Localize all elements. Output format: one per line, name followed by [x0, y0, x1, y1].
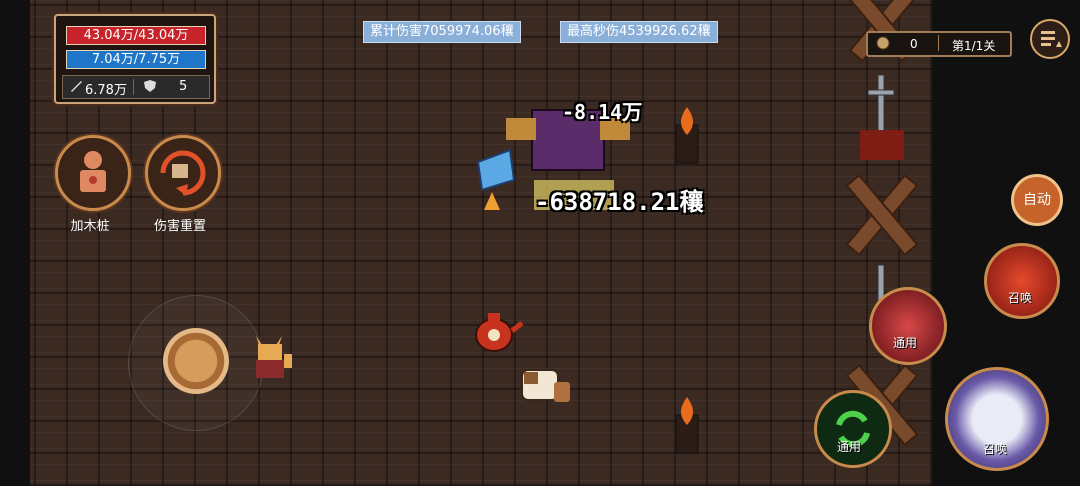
- defense-value: 5: [179, 79, 188, 94]
- torch-icon: [675, 397, 699, 454]
- dummy-icon: [80, 151, 106, 192]
- stage-indicator: 第1/1关: [952, 39, 996, 53]
- hp-bar: 43.04万/43.04万: [66, 26, 206, 45]
- shield-icon: [143, 79, 157, 97]
- summon-skill-button-1[interactable]: [984, 243, 1060, 319]
- torch-icon: [675, 107, 699, 164]
- bulldog-pet: [521, 369, 570, 402]
- max-dps-prefix: 最高秒伤: [567, 24, 620, 39]
- game-screen: 43.04万/43.04万 7.04万/7.75万 6.78万 5 加木桩 伤害…: [0, 0, 1080, 486]
- max-dps-value: 4539926.62穰: [619, 24, 711, 39]
- menu-button[interactable]: [1030, 19, 1070, 59]
- coin-count: 0: [910, 37, 918, 51]
- total-damage-value: 7059974.06穰: [422, 24, 514, 39]
- reset-damage-button[interactable]: [145, 135, 221, 211]
- attack-value: 6.78万: [85, 83, 127, 98]
- add-dummy-button[interactable]: [55, 135, 131, 211]
- common-skill-label-2: 通用: [837, 440, 862, 454]
- summon-skill-label-1: 召唤: [1008, 291, 1033, 305]
- left-wall: [0, 0, 30, 486]
- stat-row: 6.78万 5: [62, 75, 210, 99]
- sword-icon: [69, 79, 83, 97]
- common-skill-label-1: 通用: [893, 336, 918, 350]
- coin-icon: [876, 36, 890, 53]
- common-skill-button-1[interactable]: [869, 287, 947, 365]
- divider: [938, 35, 939, 51]
- coin-stage-box: 0 第1/1关: [866, 31, 1012, 57]
- joystick-knob[interactable]: [163, 328, 229, 394]
- player-status-panel: 43.04万/43.04万 7.04万/7.75万 6.78万 5: [54, 14, 216, 104]
- damage-number-small: -8.14万: [562, 100, 643, 124]
- summon-skill-label-2: 召唤: [983, 442, 1008, 456]
- total-damage-label: 累计伤害7059974.06穰: [363, 21, 521, 43]
- damage-number-large: -638718.21穰: [535, 188, 704, 216]
- add-dummy-label: 加木桩: [70, 219, 110, 234]
- total-damage-prefix: 累计伤害: [370, 24, 423, 39]
- reset-damage-label: 伤害重置: [153, 219, 206, 234]
- auto-button[interactable]: 自动: [1011, 174, 1063, 226]
- max-dps-label: 最高秒伤4539926.62穰: [560, 21, 718, 43]
- reset-icon: [160, 150, 206, 196]
- menu-icon: [1041, 31, 1062, 47]
- mp-bar: 7.04万/7.75万: [66, 50, 206, 69]
- common-skill-button-2[interactable]: [814, 390, 892, 468]
- player-character: [256, 336, 292, 378]
- divider: [133, 79, 134, 95]
- teapot-enemy: [475, 313, 524, 352]
